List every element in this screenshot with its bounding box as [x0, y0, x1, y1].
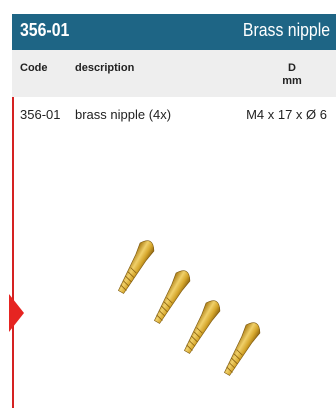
product-name-title: Brass nipple — [242, 20, 330, 40]
column-header-code: Code — [20, 62, 48, 74]
column-header-description: description — [75, 62, 135, 74]
red-triangle-marker — [9, 294, 24, 332]
column-header-d-label: D — [288, 62, 296, 74]
table-row: 356-01 brass nipple (4x) M4 x 17 x Ø 6 — [12, 98, 336, 128]
row-dimension: M4 x 17 x Ø 6 — [246, 107, 327, 122]
brass-nipple-photo — [118, 240, 261, 376]
product-header: 356-01 Brass nipple — [12, 14, 336, 50]
brass-nipple-3 — [184, 300, 221, 354]
row-code: 356-01 — [20, 107, 61, 122]
column-header-d-unit: mm — [282, 75, 302, 87]
column-header-d: D mm — [272, 62, 312, 88]
brass-nipple-1 — [118, 240, 155, 294]
brass-nipple-2 — [154, 270, 191, 324]
product-code-title: 356-01 — [20, 20, 70, 40]
accent-line — [12, 97, 14, 408]
table-header: Code description D mm — [12, 50, 336, 97]
row-description: brass nipple (4x) — [75, 107, 172, 122]
brass-nipple-4 — [224, 322, 261, 376]
